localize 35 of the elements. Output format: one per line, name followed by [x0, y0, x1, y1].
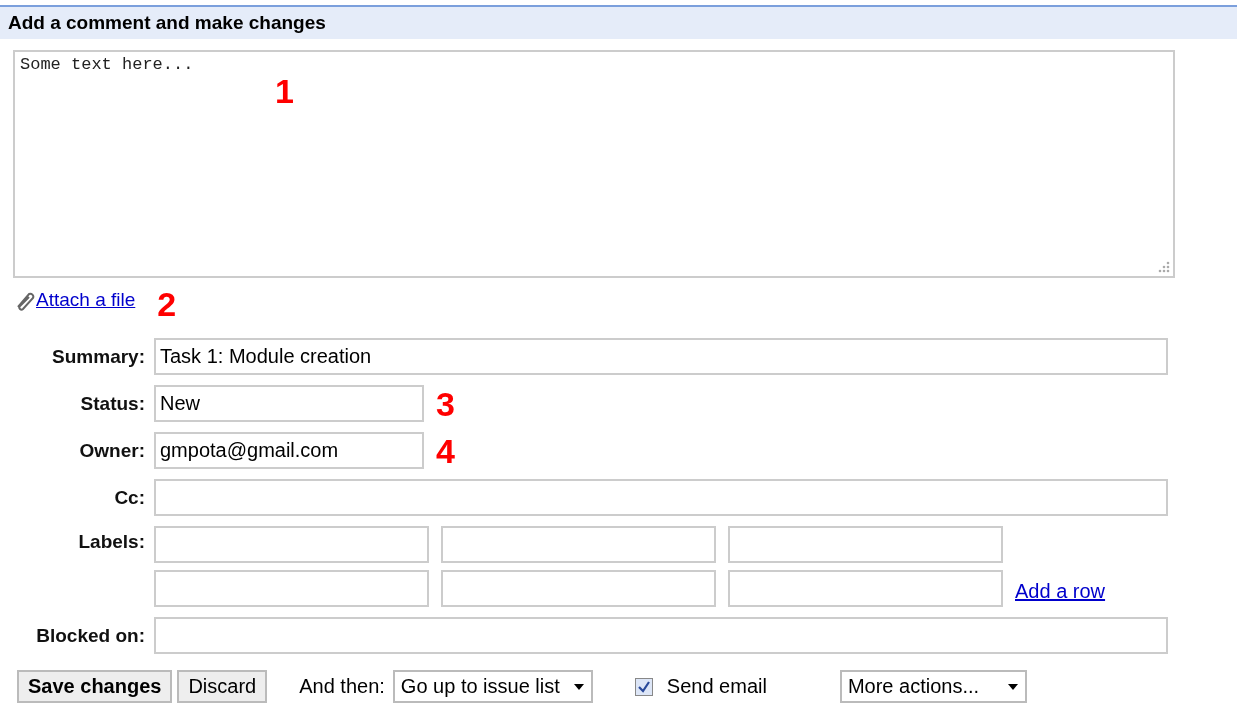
label-input[interactable] [441, 570, 716, 607]
label-input[interactable] [441, 526, 716, 563]
label-input[interactable] [728, 570, 1003, 607]
label-input[interactable] [728, 526, 1003, 563]
text-input[interactable]: New [154, 385, 424, 422]
discard-button[interactable]: Discard [177, 670, 268, 703]
dropdown-arrow-icon [572, 682, 585, 691]
annotation-number: 3 [436, 386, 455, 421]
field-label: Owner: [78, 439, 145, 462]
label-input[interactable] [154, 570, 429, 607]
field-label: Labels: [77, 531, 145, 553]
comment-text: Some text here... [20, 55, 194, 74]
annotation-number: 2 [157, 287, 177, 321]
label-input[interactable] [154, 526, 429, 563]
field-label: Status: [79, 392, 145, 415]
resize-grip-icon[interactable] [1156, 261, 1170, 273]
field-label: Cc: [113, 486, 145, 509]
section-header: Add a comment and make changes [0, 5, 1237, 39]
annotation-number: 4 [436, 433, 455, 468]
next-action-dropdown[interactable]: Go up to issue list [392, 670, 593, 703]
save-changes-button[interactable]: Save changes [17, 670, 173, 703]
more-actions-dropdown[interactable]: More actions... [839, 670, 1027, 703]
field-label: Blocked on: [35, 624, 145, 647]
field-label: Summary: [51, 345, 145, 368]
text-input[interactable] [154, 479, 1168, 516]
attach-file-link[interactable]: Attach a file [36, 289, 136, 311]
text-input[interactable]: Task 1: Module creation [154, 338, 1168, 375]
text-input[interactable] [154, 617, 1168, 654]
dropdown-arrow-icon [1006, 682, 1019, 691]
send-email-checkbox[interactable] [634, 677, 653, 696]
and-then-label: And then: [299, 675, 385, 698]
annotation-number: 1 [275, 74, 294, 108]
text-input[interactable]: gmpota@gmail.com [154, 432, 424, 469]
add-row-link[interactable]: Add a row [1015, 580, 1106, 603]
send-email-label: Send email [666, 675, 767, 698]
